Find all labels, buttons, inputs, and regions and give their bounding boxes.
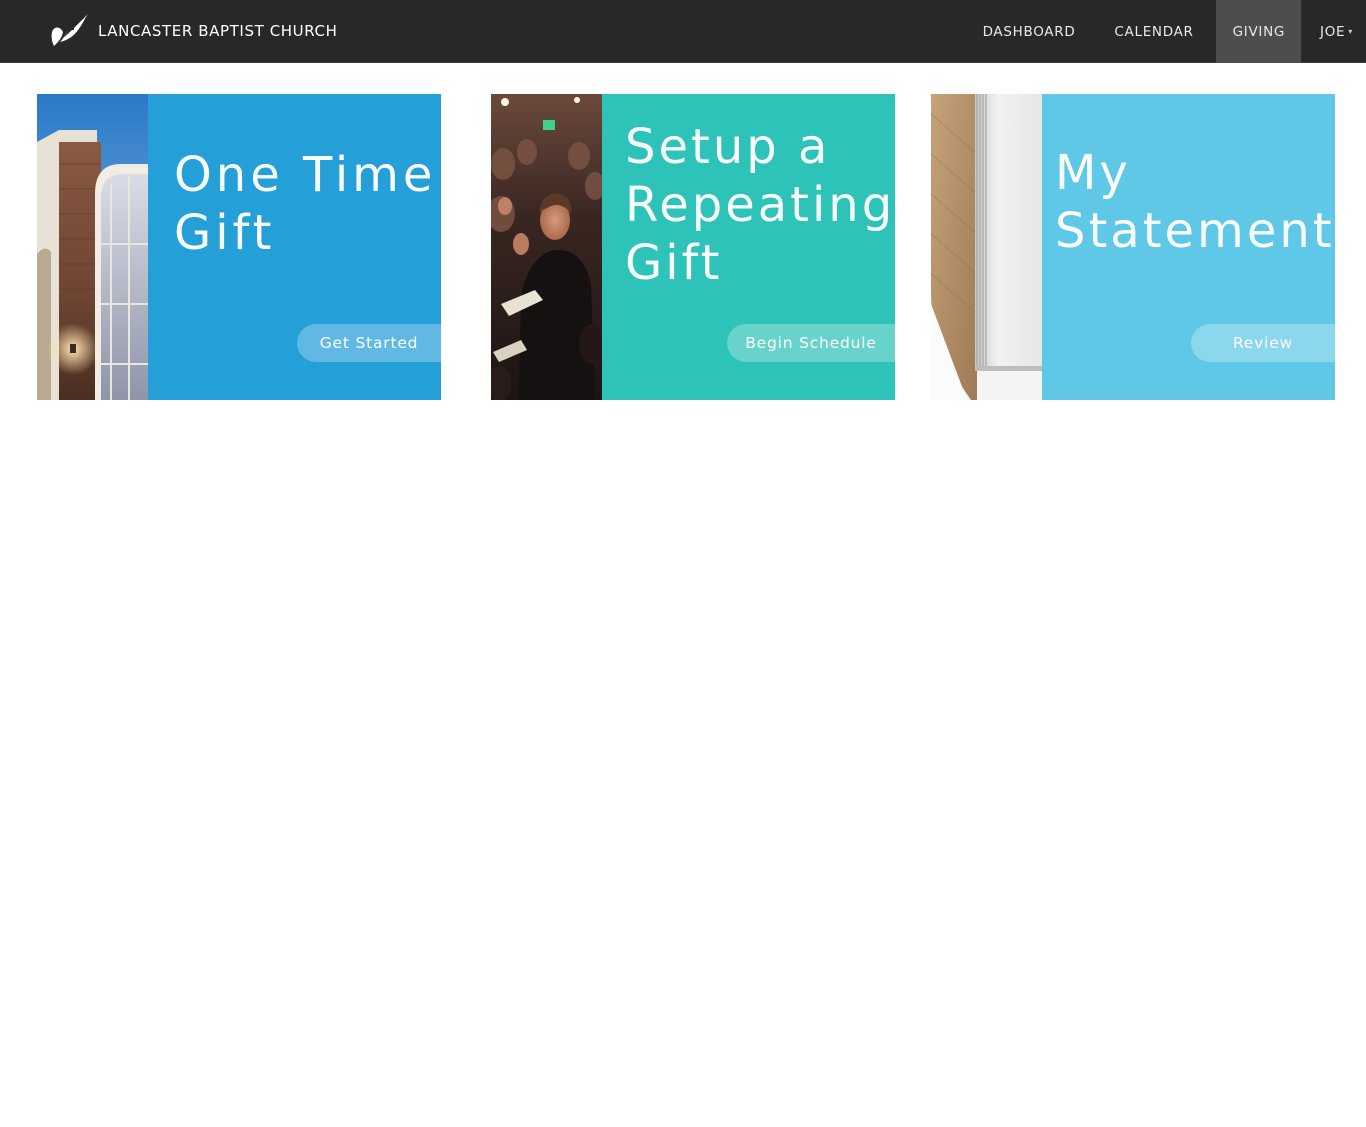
repeating-gift-card[interactable]: Setup a Repeating Gift Begin Schedule — [491, 94, 895, 400]
nav-calendar[interactable]: CALENDAR — [1094, 0, 1215, 63]
card-title: My Statements — [1055, 145, 1335, 259]
top-navigation-bar: LANCASTER BAPTIST CHURCH DASHBOARD CALEN… — [0, 0, 1366, 63]
chevron-down-icon: ▾ — [1348, 27, 1353, 36]
main-nav: DASHBOARD CALENDAR GIVING JOE ▾ — [963, 0, 1366, 63]
get-started-button[interactable]: Get Started — [297, 324, 441, 362]
card-title: One Time Gift — [174, 147, 437, 261]
nav-giving[interactable]: GIVING — [1215, 0, 1302, 63]
leaf-cross-icon — [48, 12, 90, 50]
brand-home-link[interactable]: LANCASTER BAPTIST CHURCH — [48, 12, 337, 50]
nav-dashboard[interactable]: DASHBOARD — [963, 0, 1095, 63]
church-building-photo — [37, 94, 148, 400]
envelope-photo — [931, 94, 1042, 400]
user-menu[interactable]: JOE ▾ — [1301, 0, 1366, 63]
card-title: Setup a Repeating Gift — [625, 119, 895, 291]
church-name: LANCASTER BAPTIST CHURCH — [98, 22, 338, 40]
review-button[interactable]: Review — [1191, 324, 1335, 362]
nav-calendar-label: CALENDAR — [1114, 23, 1194, 40]
my-statements-card[interactable]: My Statements Review — [931, 94, 1335, 400]
begin-schedule-label: Begin Schedule — [745, 334, 877, 352]
review-label: Review — [1232, 334, 1294, 352]
nav-dashboard-label: DASHBOARD — [982, 23, 1076, 40]
begin-schedule-button[interactable]: Begin Schedule — [727, 324, 895, 362]
nav-giving-label: GIVING — [1232, 23, 1286, 40]
congregation-photo — [491, 94, 602, 400]
user-name: JOE — [1320, 23, 1346, 40]
one-time-gift-card[interactable]: One Time Gift Get Started — [37, 94, 441, 400]
get-started-label: Get Started — [319, 334, 419, 352]
